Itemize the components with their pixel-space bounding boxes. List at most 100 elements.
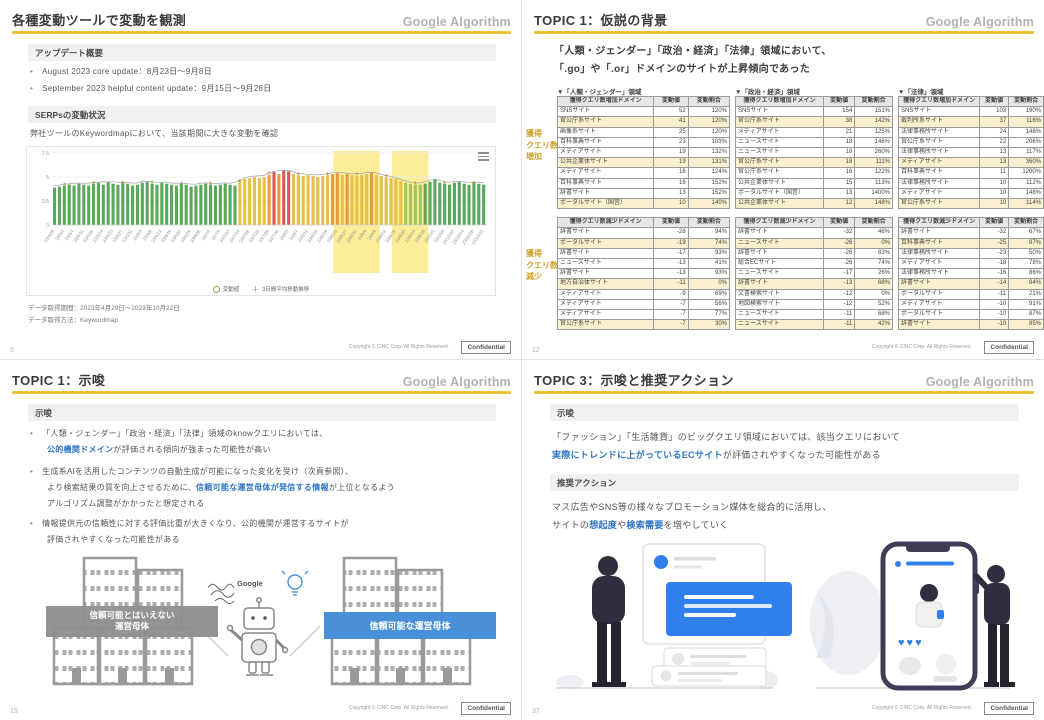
table-header-cell: 獲得クエリ数増加ドメイン: [556, 95, 655, 108]
implication-bullet-2-line-3: アルゴリズム調整がかかったと想定される: [47, 499, 205, 508]
title-underline: [12, 31, 511, 34]
change-rate-cell: 42%: [854, 319, 893, 331]
copyright-text: Copyright © CINC Corp. All Rights Reserv…: [348, 344, 449, 350]
svg-text:23/6/28: 23/6/28: [189, 228, 202, 243]
table-row: 法律事務所サイト 24 148%: [897, 126, 1044, 138]
slide-serp-observation: 各種変動ツールで変動を観測 Google Algorithm アップデート概要 …: [0, 0, 522, 360]
change-rate-cell: 94%: [687, 227, 731, 239]
change-rate-cell: 120%: [687, 106, 731, 118]
svg-text:23/4/29: 23/4/29: [43, 228, 56, 243]
domain-cell: 文書検索サイト: [735, 288, 824, 300]
change-rate-cell: 78%: [1008, 258, 1044, 270]
change-rate-cell: 113%: [854, 177, 893, 189]
table-row: メディアサイト 10 148%: [897, 187, 1044, 200]
domain-cell: 辞書サイト: [735, 278, 824, 290]
domain-cell: 辞書サイト: [556, 187, 655, 200]
change-value-cell: -12: [822, 298, 856, 311]
domain-cell: メディアサイト: [556, 309, 655, 321]
serp-note: 弊社ツールのKeywordmapにおいて、当該期間に大きな変動を確認: [30, 129, 279, 138]
page-title: TOPIC 1：仮説の背景: [534, 13, 668, 28]
table-row: メディアサイト -10 91%: [897, 298, 1044, 311]
domain-cell: 公共企業体サイト: [735, 198, 824, 210]
change-rate-cell: 151%: [854, 106, 893, 118]
table-header-cell: 獲得クエリ数増加ドメイン: [735, 95, 824, 108]
domain-cell: 官公庁系サイト: [556, 319, 655, 331]
change-rate-cell: 84%: [1008, 278, 1044, 290]
feed-cards: [642, 543, 792, 687]
change-value-cell: -23: [979, 247, 1010, 260]
change-value-cell: 25: [653, 126, 689, 138]
table-row: 辞書サイト -28 94%: [556, 227, 731, 239]
serp-volatility-chart: 0 2.5 5 7.5 23/4/29 23/5/3 23/5/7 23/5/11 23/5/1…: [26, 146, 496, 296]
table-row: 官公庁系サイト -7 30%: [556, 319, 731, 331]
domain-cell: ポータルサイト（国営）: [735, 187, 824, 200]
domain-cell: 法律事務所サイト: [897, 147, 981, 159]
domain-cell: 百科事典サイト: [556, 136, 655, 149]
domain-cell: ポータルサイト: [556, 237, 655, 249]
chart-menu-icon[interactable]: [478, 152, 489, 161]
scribble-icon: [207, 583, 235, 604]
change-value-cell: 12: [822, 198, 856, 210]
change-rate-cell: 56%: [687, 298, 731, 311]
table-row: ニュースサイト -13 41%: [556, 258, 731, 270]
change-value-cell: 13: [979, 147, 1010, 159]
domain-cell: メディアサイト: [735, 126, 824, 138]
legend-plus-icon: ＋: [251, 284, 260, 294]
phone-illustration: ♥♥♥: [880, 541, 979, 691]
change-rate-cell: 260%: [854, 147, 893, 159]
change-rate-cell: 68%: [854, 278, 893, 290]
change-rate-cell: 74%: [854, 258, 893, 270]
change-value-cell: -26: [822, 237, 856, 249]
change-value-cell: -11: [822, 319, 856, 331]
domain-cell: 百科事典サイト: [556, 177, 655, 189]
domain-cell: 地方自治体サイト: [556, 278, 655, 290]
domain-cell: 公共企業体サイト: [735, 177, 824, 189]
table-row: 画像系サイト 25 120%: [556, 126, 731, 138]
domain-cell: メディアサイト: [897, 298, 981, 311]
table-row: 辞書サイト -32 67%: [897, 227, 1044, 239]
table-row: 官公庁系サイト 16 122%: [735, 167, 893, 179]
change-rate-cell: 114%: [1008, 198, 1044, 210]
bar-chart: 02.557.523/4/2923/5/323/5/723/5/1123/5/1…: [42, 151, 487, 273]
change-value-cell: 10: [653, 198, 689, 210]
change-rate-cell: 87%: [1008, 237, 1044, 249]
table-row: 辞書サイト -17 93%: [556, 247, 731, 260]
table-row: 法律事務所サイト -16 86%: [897, 268, 1044, 280]
change-rate-cell: 152%: [687, 187, 731, 200]
table-row: ニュースサイト -11 68%: [735, 309, 893, 321]
change-value-cell: 21: [822, 126, 856, 138]
trusted-operator-label: 信頼可能な運営母体: [324, 612, 496, 639]
domain-cell: 法律事務所サイト: [897, 268, 981, 280]
table-row: 百科事典サイト 11 1200%: [897, 167, 1044, 179]
change-rate-cell: 26%: [854, 268, 893, 280]
slide-topic1-implications: TOPIC 1：示唆 Google Algorithm 示唆 「人類・ジェンダー…: [0, 360, 522, 720]
table-row: メディアサイト -18 78%: [897, 258, 1044, 270]
table-header-cell: 変動値: [979, 95, 1010, 108]
domain-cell: 裁判所系サイト: [897, 116, 981, 128]
change-value-cell: -10: [979, 319, 1010, 331]
implication-line-1: 「ファッション」「生活雑貨」のビッグクエリ領域においては、該当クエリにおいて: [552, 432, 901, 442]
change-value-cell: 16: [653, 177, 689, 189]
domain-cell: ニュースサイト: [735, 136, 824, 149]
change-rate-cell: 87%: [1008, 309, 1044, 321]
change-value-cell: -13: [653, 268, 689, 280]
action-line-1: マス広告やSNS等の様々なプロモーション媒体を総合的に活用し、: [552, 502, 832, 512]
change-rate-cell: 1400%: [854, 187, 893, 200]
table-header-cell: 変動値: [653, 95, 689, 108]
intro-line-1: 「人類・ジェンダー」「政治・経済」「法律」領域において、: [554, 46, 832, 57]
change-rate-cell: 93%: [687, 268, 731, 280]
svg-text:2.5: 2.5: [42, 199, 49, 205]
domain-cell: 官公庁系サイト: [735, 157, 824, 169]
table-row: 公共企業体サイト 15 113%: [735, 177, 893, 189]
untrusted-operator-label: 信頼可能とはいえない 運営母体: [46, 606, 218, 637]
copyright-text: Copyright © CINC Corp. All Rights Reserv…: [871, 705, 972, 711]
table-row: ポータルサイト -19 74%: [556, 237, 731, 249]
table-row: 法律事務所サイト 13 117%: [897, 147, 1044, 159]
table-row: 辞書サイト -10 85%: [897, 319, 1044, 331]
table-row: 法律事務所サイト -23 50%: [897, 247, 1044, 260]
query-increase-table: 獲得クエリ数増加ドメイン 変動値 変動割合 SNSサイト 154 151% 官公庁系サイト 3…: [735, 95, 893, 210]
table-row: 官公庁系サイト 38 142%: [735, 116, 893, 128]
implication-bullet-1-line-1: 「人類・ジェンダー」「政治・経済」「法律」領域のknowクエリにおいては、: [30, 428, 503, 439]
leaf-shape: [556, 675, 584, 689]
domain-cell: SNSサイト: [897, 106, 981, 118]
